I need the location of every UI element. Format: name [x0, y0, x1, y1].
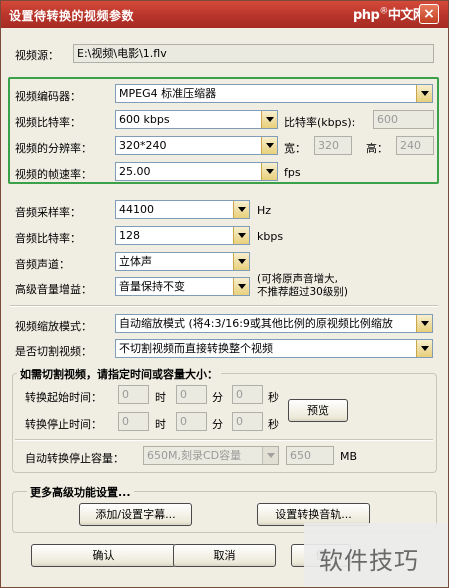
stop-minute-unit: 分 [212, 418, 223, 431]
audio-gain-label: 高级音量增益： [15, 283, 92, 296]
width-label: 宽： [284, 142, 306, 155]
audio-bitrate-select[interactable]: 128 [115, 226, 250, 245]
video-codec-value: MPEG4 标准压缩器 [119, 87, 217, 100]
chevron-down-icon[interactable] [261, 137, 277, 154]
ok-button[interactable]: 确认 [31, 544, 176, 567]
divider [10, 305, 438, 307]
watermark-overlay-text: 软件技巧 [319, 547, 419, 575]
video-codec-select[interactable]: MPEG4 标准压缩器 [115, 84, 433, 103]
cut-video-value: 不切割视频而直接转换整个视频 [119, 342, 273, 355]
start-second-input[interactable]: 0 [232, 385, 263, 404]
audio-gain-value: 音量保持不变 [119, 280, 185, 293]
video-bitrate-select[interactable]: 600 kbps [115, 110, 278, 129]
watermark-site: php [353, 8, 380, 23]
stop-time-label: 转换停止时间： [25, 418, 102, 431]
preview-button[interactable]: 预览 [288, 399, 348, 422]
bitrate-kbps-input[interactable]: 600 [373, 110, 434, 129]
samplerate-unit-label: Hz [257, 204, 272, 217]
watermark-logo: php®中文网 [353, 6, 426, 23]
close-icon: × [423, 6, 435, 22]
start-minute-unit: 分 [212, 391, 223, 404]
chevron-down-icon[interactable] [261, 163, 277, 180]
dialog-window: 设置待转换的视频参数 php®中文网 × 视频源： E:\视频\电影\1.flv… [0, 0, 449, 588]
video-fps-label: 视频的帧速率： [15, 168, 92, 181]
video-bitrate-value: 600 kbps [119, 113, 170, 126]
start-hour-unit: 时 [155, 391, 166, 404]
capacity-value: 650M,刻录CD容量 [147, 449, 242, 462]
video-resolution-label: 视频的分辨率： [15, 142, 92, 155]
capacity-unit: MB [340, 450, 358, 463]
audio-channel-label: 音频声道： [15, 258, 70, 271]
height-input[interactable]: 240 [396, 136, 434, 155]
chevron-down-icon[interactable] [233, 201, 249, 218]
capacity-label: 自动转换停止容量： [25, 452, 124, 465]
source-label: 视频源： [15, 49, 59, 62]
audio-samplerate-value: 44100 [119, 203, 154, 216]
add-subtitle-button[interactable]: 添加/设置字幕... [79, 503, 192, 526]
start-hour-input[interactable]: 0 [118, 385, 149, 404]
width-input[interactable]: 320 [314, 136, 352, 155]
start-second-unit: 秒 [268, 391, 279, 404]
audio-bitrate-unit-label: kbps [257, 230, 284, 243]
source-path-field: E:\视频\电影\1.flv [73, 44, 434, 63]
cut-video-label: 是否切割视频： [15, 345, 92, 358]
stop-second-input[interactable]: 0 [232, 412, 263, 431]
chevron-down-icon[interactable] [416, 340, 432, 357]
video-bitrate-label: 视频比特率： [15, 116, 81, 129]
chevron-down-icon[interactable] [416, 315, 432, 332]
title-bar[interactable]: 设置待转换的视频参数 php®中文网 × [1, 1, 448, 28]
video-codec-label: 视频编码器： [15, 90, 81, 103]
window-title: 设置待转换的视频参数 [9, 9, 135, 23]
chevron-down-icon[interactable] [233, 227, 249, 244]
chevron-down-icon[interactable] [233, 278, 249, 295]
stop-hour-input[interactable]: 0 [118, 412, 149, 431]
advanced-group-title: 更多高级功能设置... [27, 484, 134, 500]
divider [15, 439, 433, 441]
cut-video-select[interactable]: 不切割视频而直接转换整个视频 [115, 339, 433, 358]
cut-group-title: 如需切割视频，请指定时间或容量大小： [17, 366, 221, 382]
start-time-label: 转换起始时间： [25, 391, 102, 404]
chevron-down-icon[interactable] [416, 85, 432, 102]
scale-mode-value: 自动缩放模式 (将4:3/16:9或其他比例的原视频比例缩放 [119, 317, 393, 330]
audio-gain-select[interactable]: 音量保持不变 [115, 277, 250, 296]
scale-mode-select[interactable]: 自动缩放模式 (将4:3/16:9或其他比例的原视频比例缩放 [115, 314, 433, 333]
capacity-select[interactable]: 650M,刻录CD容量 [143, 446, 279, 465]
chevron-down-icon[interactable] [233, 253, 249, 270]
cancel-button[interactable]: 取消 [173, 544, 276, 567]
gain-note-line2: 不推荐超过30级别) [257, 286, 348, 298]
video-fps-value: 25.00 [119, 165, 151, 178]
audio-channel-select[interactable]: 立体声 [115, 252, 250, 271]
audio-bitrate-value: 128 [119, 229, 140, 242]
audio-channel-value: 立体声 [119, 255, 152, 268]
stop-hour-unit: 时 [155, 418, 166, 431]
stop-minute-input[interactable]: 0 [176, 412, 207, 431]
start-minute-input[interactable]: 0 [176, 385, 207, 404]
bitrate-kbps-label: 比特率(kbps): [284, 116, 356, 129]
video-fps-select[interactable]: 25.00 [115, 162, 278, 181]
stop-second-unit: 秒 [268, 418, 279, 431]
video-resolution-value: 320*240 [119, 139, 167, 152]
audio-samplerate-select[interactable]: 44100 [115, 200, 250, 219]
audio-bitrate-label: 音频比特率： [15, 232, 81, 245]
audio-samplerate-label: 音频采样率： [15, 206, 81, 219]
fps-unit-label: fps [284, 166, 301, 179]
close-button[interactable]: × [419, 4, 439, 24]
capacity-mb-input[interactable]: 650 [286, 446, 334, 465]
chevron-down-icon[interactable] [261, 111, 277, 128]
chevron-down-icon[interactable] [262, 447, 278, 464]
scale-mode-label: 视频缩放模式： [15, 320, 92, 333]
video-resolution-select[interactable]: 320*240 [115, 136, 278, 155]
height-label: 高： [366, 142, 388, 155]
